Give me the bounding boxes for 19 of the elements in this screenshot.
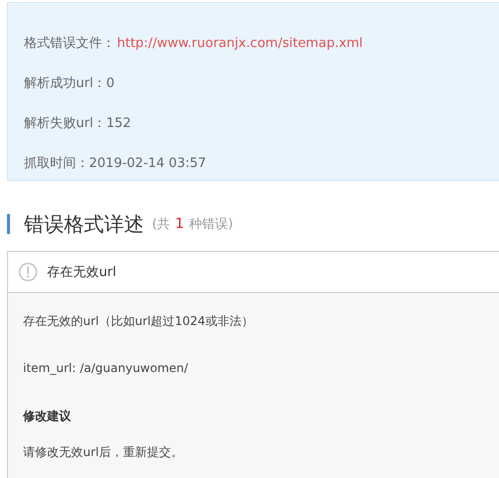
file-link[interactable]: http://www.ruoranjx.com/sitemap.xml <box>117 36 363 50</box>
field-label: 抓取时间： <box>24 155 89 172</box>
error-detail: item_url: /a/guanyuwomen/ <box>23 362 190 374</box>
error-detail: 请修改无效url后，重新提交。 <box>23 446 184 458</box>
error-title: 存在无效url <box>47 264 116 281</box>
field-label: 解析成功url： <box>24 75 106 92</box>
exclamation-icon <box>18 262 38 282</box>
error-detail: 存在无效的url（比如url超过1024或非法） <box>23 315 254 327</box>
field-label: 格式错误文件： <box>24 35 115 52</box>
error-count-suffix: 种错误) <box>189 216 234 233</box>
field-value: 0 <box>106 76 114 90</box>
advice-heading: 修改建议 <box>23 410 72 422</box>
field-value: 152 <box>106 116 132 130</box>
error-count-prefix: (共 <box>152 216 170 233</box>
accent-bar <box>7 214 10 234</box>
field-value: 2019-02-14 03:57 <box>89 156 206 170</box>
error-count: 1 <box>175 216 184 232</box>
section-title: 错误格式详述 <box>24 210 144 238</box>
field-label: 解析失败url： <box>24 115 106 132</box>
